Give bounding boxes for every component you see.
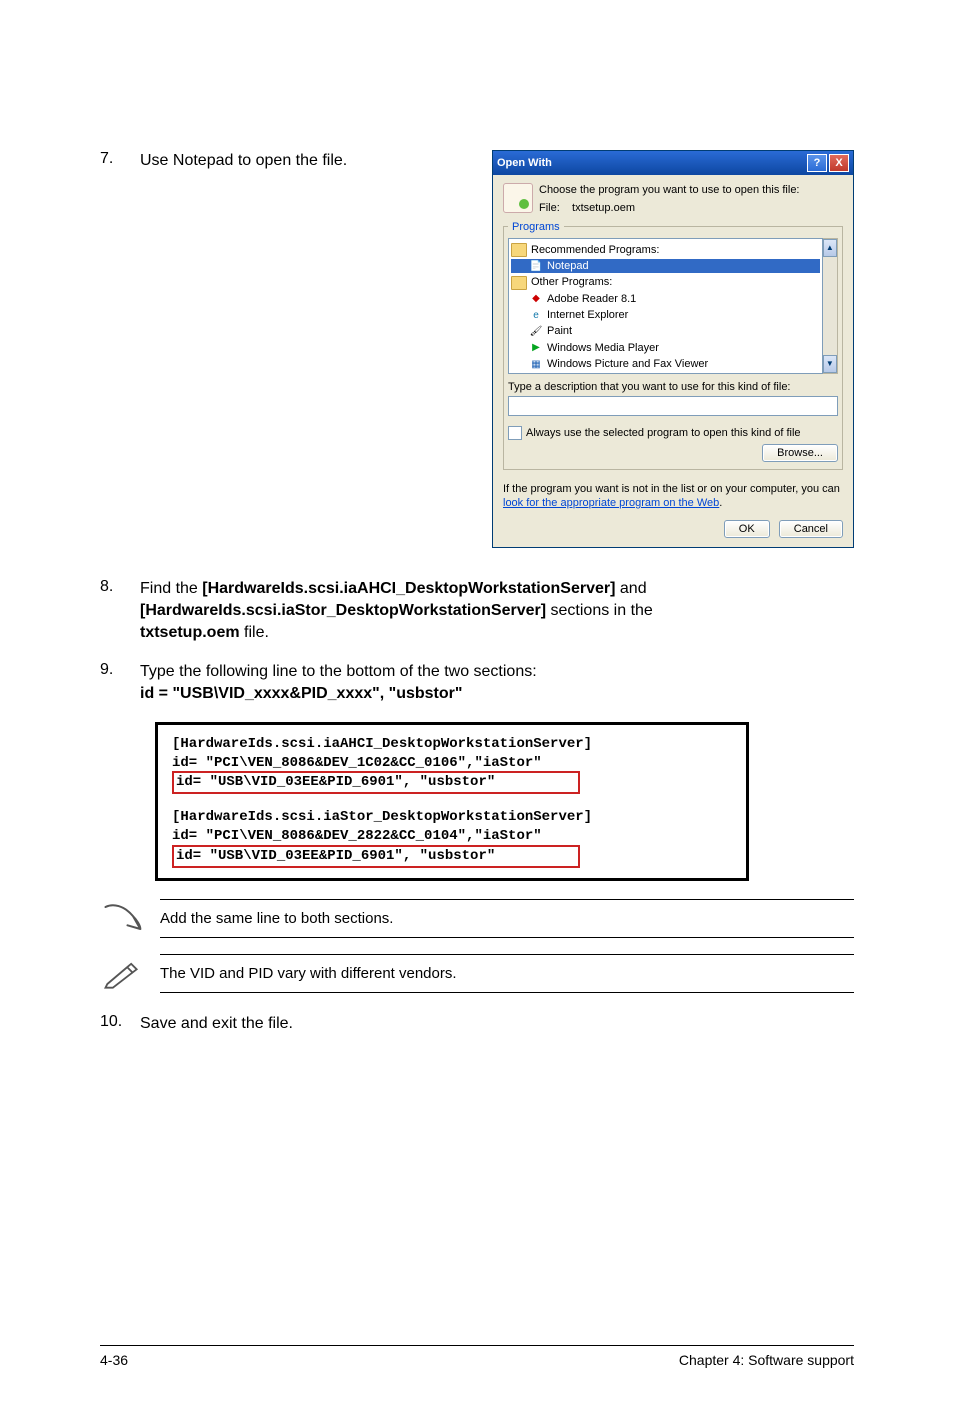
chapter-label: Chapter 4: Software support	[679, 1352, 854, 1368]
always-use-label: Always use the selected program to open …	[526, 426, 801, 440]
code-line: id= "PCI\VEN_8086&DEV_1C02&CC_0106","iaS…	[172, 754, 732, 773]
ok-button[interactable]: OK	[724, 520, 770, 538]
picture-icon: ▦	[529, 357, 543, 371]
step10-text: Save and exit the file.	[140, 1013, 854, 1035]
note1-text: Add the same line to both sections.	[160, 899, 854, 938]
ie-icon: e	[529, 308, 543, 322]
description-input[interactable]	[508, 396, 838, 416]
always-use-checkbox[interactable]	[508, 426, 522, 440]
program-list[interactable]: Recommended Programs: 📄 Notepad Other Pr…	[508, 238, 823, 374]
choose-program-label: Choose the program you want to use to op…	[539, 183, 800, 197]
code-highlight: id= "USB\VID_03EE&PID_6901", "usbstor"	[172, 845, 580, 868]
file-label: File:	[539, 202, 560, 214]
list-item-notepad[interactable]: 📄 Notepad	[511, 259, 820, 273]
file-icon	[503, 183, 533, 213]
cancel-button[interactable]: Cancel	[779, 520, 843, 538]
list-scrollbar[interactable]: ▲ ▼	[823, 238, 838, 374]
wmp-icon: ▶	[529, 341, 543, 355]
browse-button[interactable]: Browse...	[762, 444, 838, 462]
note2-text: The VID and PID vary with different vend…	[160, 954, 854, 993]
code-line: [HardwareIds.scsi.iaAHCI_DesktopWorkstat…	[172, 735, 732, 754]
step9-text: Type the following line to the bottom of…	[140, 661, 854, 706]
page-number: 4-36	[100, 1352, 128, 1368]
open-with-dialog: Open With ? X Choose the program you wan…	[492, 150, 854, 548]
step7-text: Use Notepad to open the file.	[140, 150, 472, 172]
step10-number: 10.	[100, 1013, 140, 1035]
other-programs-label: Other Programs:	[531, 275, 612, 289]
step8-number: 8.	[100, 578, 140, 645]
notepad-icon: 📄	[529, 259, 543, 273]
paint-icon: 🖌	[529, 325, 543, 339]
adobe-icon: ◆	[529, 292, 543, 306]
code-line: [HardwareIds.scsi.iaStor_DesktopWorkstat…	[172, 808, 732, 827]
pencil-icon	[100, 955, 144, 991]
scroll-up-icon[interactable]: ▲	[823, 239, 837, 257]
tip-pointer-icon	[100, 900, 144, 936]
list-item-paint[interactable]: 🖌 Paint	[511, 324, 820, 338]
code-highlight: id= "USB\VID_03EE&PID_6901", "usbstor"	[172, 771, 580, 794]
folder-icon	[511, 243, 527, 257]
help-button[interactable]: ?	[807, 154, 827, 172]
list-item-wmp[interactable]: ▶ Windows Media Player	[511, 341, 820, 355]
step8-text: Find the [HardwareIds.scsi.iaAHCI_Deskto…	[140, 578, 854, 645]
web-lookup-text: If the program you want is not in the li…	[503, 482, 843, 511]
step7-number: 7.	[100, 150, 140, 172]
programs-legend: Programs	[508, 220, 564, 234]
step9-number: 9.	[100, 661, 140, 706]
description-label: Type a description that you want to use …	[508, 380, 838, 394]
file-name: txtsetup.oem	[572, 202, 635, 214]
programs-group: Programs Recommended Programs: 📄 Notepad	[503, 220, 843, 470]
list-item-faxviewer[interactable]: ▦ Windows Picture and Fax Viewer	[511, 357, 820, 371]
dialog-title: Open With	[497, 156, 552, 170]
list-item-adobe[interactable]: ◆ Adobe Reader 8.1	[511, 292, 820, 306]
recommended-programs-label: Recommended Programs:	[531, 243, 659, 257]
folder-icon	[511, 276, 527, 290]
web-lookup-link[interactable]: look for the appropriate program on the …	[503, 497, 719, 509]
code-box: [HardwareIds.scsi.iaAHCI_DesktopWorkstat…	[155, 722, 749, 881]
list-item-wordpad[interactable]: ✎ WordPad	[511, 373, 820, 374]
code-line: id= "PCI\VEN_8086&DEV_2822&CC_0104","iaS…	[172, 827, 732, 846]
close-button[interactable]: X	[829, 154, 849, 172]
scroll-down-icon[interactable]: ▼	[823, 355, 837, 373]
list-item-ie[interactable]: e Internet Explorer	[511, 308, 820, 322]
